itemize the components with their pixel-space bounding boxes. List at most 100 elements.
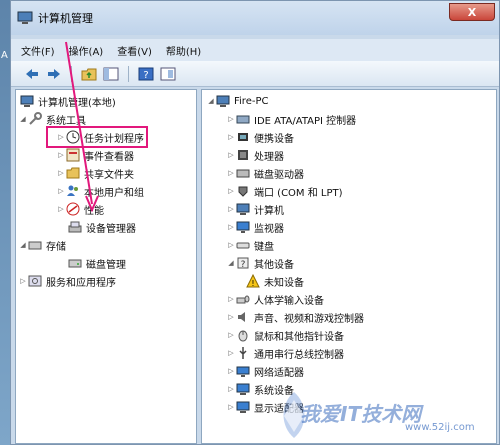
expand-arrow-icon[interactable]: ▷ [56,169,66,177]
device-category-usb[interactable]: ▷ 通用串行总线控制器 [226,344,344,362]
hid-icon [236,295,250,304]
back-arrow-icon[interactable] [23,65,41,83]
expand-arrow-icon[interactable]: ▷ [226,331,236,339]
tree-label: 其他设备 [254,259,294,271]
collapse-arrow-icon[interactable]: ◢ [18,241,28,249]
show-hide-tree-icon[interactable] [102,65,120,83]
device-category-hid[interactable]: ▷ 人体学输入设备 [226,290,324,308]
expand-arrow-icon[interactable]: ▷ [226,313,236,321]
menu-action[interactable]: 操作(A) [69,43,104,58]
desktop-letter: A [1,50,8,61]
expand-arrow-icon[interactable]: ▷ [226,133,236,141]
mouse-icon [238,330,248,342]
device-category-portable[interactable]: ▷ 便携设备 [226,128,294,146]
device-category-processor[interactable]: ▷ 处理器 [226,146,284,164]
toolbar: ? [11,61,499,87]
tree-item-event-viewer[interactable]: ▷ 事件查看器 [56,146,134,164]
expand-arrow-icon[interactable]: ▷ [56,205,66,213]
tree-item-disk-management[interactable]: 磁盘管理 [68,254,126,272]
device-manager-highlight-box [46,126,148,148]
tree-label: 本地用户和组 [84,187,144,199]
disk-drive-icon [236,169,250,178]
expand-arrow-icon[interactable]: ▷ [56,151,66,159]
shared-folder-icon [66,167,80,179]
title-bar[interactable]: 计算机管理 X [11,1,499,35]
tree-item-fire-pc[interactable]: ◢ Fire-PC [206,92,268,110]
expand-arrow-icon[interactable]: ▷ [56,187,66,195]
collapse-arrow-icon[interactable]: ◢ [206,97,216,105]
tree-item-storage[interactable]: ◢ 存储 [18,236,66,254]
tree-label: 未知设备 [264,277,304,289]
menu-file[interactable]: 文件(F) [21,43,55,58]
toolbar-separator [71,65,72,82]
expand-arrow-icon[interactable]: ▷ [226,169,236,177]
toolbar-separator [128,65,129,82]
svg-text:!: ! [251,279,254,288]
properties-icon[interactable] [159,65,177,83]
tree-label: 存储 [46,241,66,253]
computer-management-icon [20,95,34,107]
port-icon [238,186,248,197]
keyboard-icon [236,242,250,249]
expand-arrow-icon[interactable]: ▷ [226,205,236,213]
device-category-sound[interactable]: ▷ 声音、视频和游戏控制器 [226,308,364,326]
device-category-keyboards[interactable]: ▷ 键盘 [226,236,274,254]
device-category-monitors[interactable]: ▷ 监视器 [226,218,284,236]
tree-label: 事件查看器 [84,151,134,163]
device-category-ide[interactable]: ▷ IDE ATA/ATAPI 控制器 [226,110,356,128]
tree-label: 计算机管理(本地) [38,97,116,109]
tree-item-device-manager[interactable]: 设备管理器 [68,218,136,236]
device-category-disk-drives[interactable]: ▷ 磁盘驱动器 [226,164,304,182]
tree-item-shared-folders[interactable]: ▷ 共享文件夹 [56,164,134,182]
storage-icon [28,241,42,250]
tree-label: IDE ATA/ATAPI 控制器 [254,115,357,127]
close-button[interactable]: X [449,3,495,21]
tree-label: 端口 (COM 和 LPT) [254,187,343,199]
expand-arrow-icon[interactable]: ▷ [226,349,236,357]
device-manager-icon [68,221,82,233]
device-category-mice[interactable]: ▷ 鼠标和其他指针设备 [226,326,344,344]
expand-arrow-icon[interactable]: ▷ [226,241,236,249]
tree-label: 通用串行总线控制器 [254,349,344,361]
svg-text:?: ? [143,70,148,81]
device-category-ports[interactable]: ▷ 端口 (COM 和 LPT) [226,182,343,200]
expand-arrow-icon[interactable]: ▷ [226,151,236,159]
forward-arrow-icon[interactable] [45,65,63,83]
up-folder-icon[interactable] [80,65,98,83]
warning-icon: ! [246,274,260,288]
tree-label: 键盘 [254,241,274,253]
computer-icon [236,203,250,215]
expand-arrow-icon[interactable]: ▷ [226,367,236,375]
device-category-other-devices[interactable]: ◢ ? 其他设备 [226,254,294,272]
expand-arrow-icon[interactable]: ▷ [226,403,236,411]
computer-icon [216,95,230,107]
expand-arrow-icon[interactable]: ▷ [18,277,28,285]
tree-item-local-users-groups[interactable]: ▷ 本地用户和组 [56,182,144,200]
help-icon[interactable]: ? [137,65,155,83]
watermark-text: 我爱IT技术网 [300,402,422,426]
expand-arrow-icon[interactable]: ▷ [226,115,236,123]
tree-item-computer-management-local[interactable]: 计算机管理(本地) [20,92,116,110]
computer-management-window: 计算机管理 X 文件(F) 操作(A) 查看(V) 帮助(H) ? 计算机管理(… [10,0,500,445]
menu-view[interactable]: 查看(V) [117,43,152,58]
expand-arrow-icon[interactable]: ▷ [226,295,236,303]
expand-arrow-icon[interactable]: ▷ [226,187,236,195]
speaker-icon [238,312,245,322]
tree-label: 设备管理器 [86,223,136,235]
device-unknown[interactable]: ! 未知设备 [246,272,304,290]
tree-label: 人体学输入设备 [254,295,324,307]
tree-item-services-applications[interactable]: ▷ 服务和应用程序 [18,272,116,290]
collapse-arrow-icon[interactable]: ◢ [18,115,28,123]
device-category-computer[interactable]: ▷ 计算机 [226,200,284,218]
usb-icon [239,347,247,359]
network-adapter-icon [236,366,250,377]
device-list-pane[interactable]: ◢ Fire-PC ▷ IDE ATA/ATAPI 控制器 ▷ 便携设备 ▷ 处… [201,89,497,444]
device-category-network[interactable]: ▷ 网络适配器 [226,362,304,380]
expand-arrow-icon[interactable]: ▷ [226,223,236,231]
collapse-arrow-icon[interactable]: ◢ [226,259,236,267]
tree-item-performance[interactable]: ▷ 性能 [56,200,104,218]
tree-label: 系统工具 [46,115,86,127]
menu-help[interactable]: 帮助(H) [166,43,201,58]
services-icon [28,275,42,287]
expand-arrow-icon[interactable]: ▷ [226,385,236,393]
